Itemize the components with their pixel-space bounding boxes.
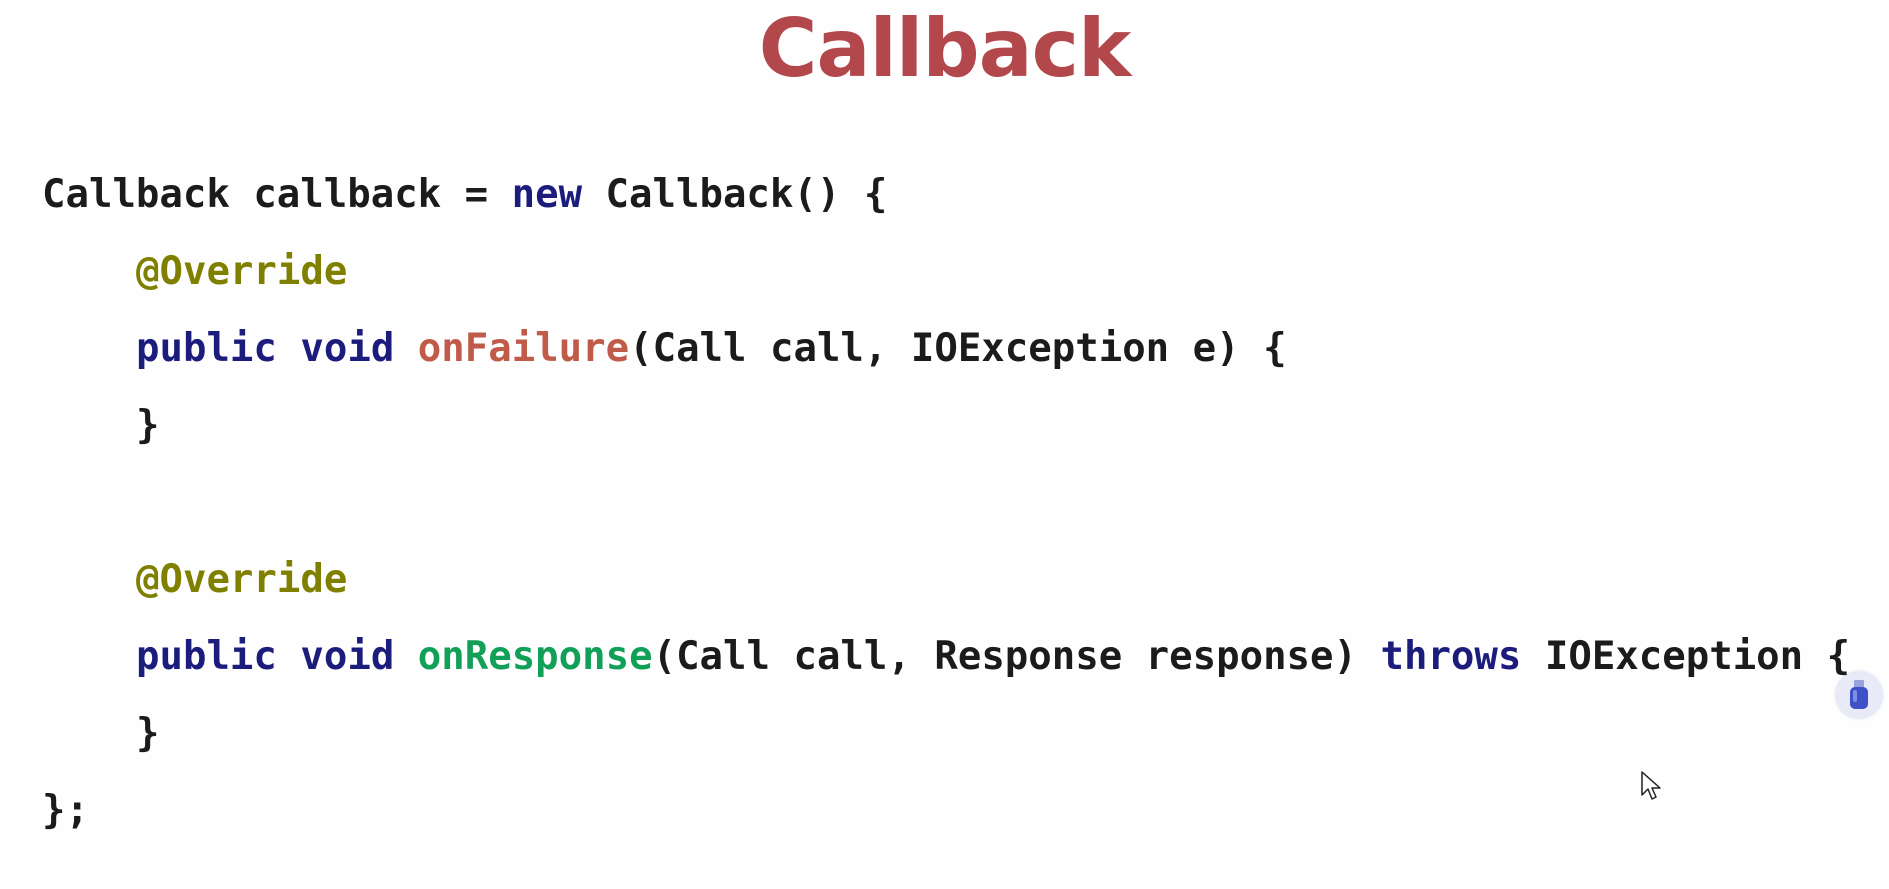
- annotation-override: @Override: [136, 249, 348, 294]
- usb-pen-icon[interactable]: [1836, 672, 1882, 718]
- code-block: Callback callback = new Callback() { @Ov…: [42, 165, 1850, 858]
- annotation-override: @Override: [136, 557, 348, 602]
- code-text: (Call call, Response response): [652, 634, 1381, 679]
- code-line-8: };: [42, 781, 1850, 858]
- keyword-throws: throws: [1380, 634, 1522, 679]
- closing-brace: }: [136, 403, 160, 448]
- code-line-7: }: [42, 704, 1850, 781]
- code-line-4: }: [42, 396, 1850, 473]
- mouse-cursor-icon: [1641, 771, 1663, 803]
- code-line-1: Callback callback = new Callback() {: [42, 165, 1850, 242]
- keyword-new: new: [511, 172, 583, 217]
- code-text: (Call call, IOException e) {: [629, 326, 1287, 371]
- slide-title: Callback: [758, 2, 1131, 95]
- method-on-response: onResponse: [417, 634, 653, 679]
- closing-brace: }: [136, 711, 160, 756]
- keyword-void: void: [300, 326, 395, 371]
- keyword-public: public: [136, 326, 277, 371]
- code-line-2: @Override: [42, 242, 1850, 319]
- code-line-3: public void onFailure(Call call, IOExcep…: [42, 319, 1850, 396]
- closing-statement: };: [42, 788, 89, 833]
- code-text: IOException {: [1521, 634, 1851, 679]
- code-line-6: public void onResponse(Call call, Respon…: [42, 627, 1850, 704]
- code-line-5: @Override: [42, 550, 1850, 627]
- method-on-failure: onFailure: [417, 326, 630, 371]
- keyword-void: void: [300, 634, 395, 679]
- code-text: Callback() {: [582, 172, 888, 217]
- code-text: Callback callback =: [42, 172, 512, 217]
- keyword-public: public: [136, 634, 277, 679]
